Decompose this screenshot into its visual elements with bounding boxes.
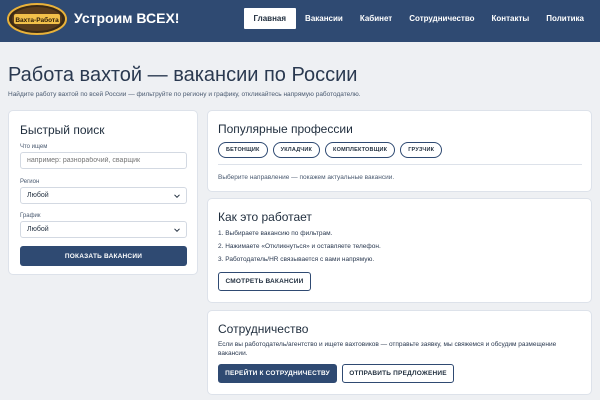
go-to-cooperation-button[interactable]: ПЕРЕЙТИ К СОТРУДНИЧЕСТВУ [218, 364, 337, 383]
region-label: Регион [20, 179, 40, 185]
popular-professions-card: Популярные профессии БЕТОНЩИК УКЛАДЧИК К… [207, 110, 592, 192]
quick-search-title: Быстрый поиск [20, 123, 105, 137]
chip-layer[interactable]: УКЛАДЧИК [272, 142, 321, 158]
cooperation-text: Если вы работодатель/агентство и ищете в… [218, 341, 557, 357]
professions-hint: Выберите направление — покажем актуальны… [218, 174, 395, 181]
nav-item-cabinet[interactable]: Кабинет [352, 9, 400, 28]
logo-text: Вахта-Работа [15, 16, 59, 24]
steps-list: 1. Выбираете вакансию по фильтрам. 2. На… [218, 230, 381, 269]
step-item: 1. Выбираете вакансию по фильтрам. [218, 230, 333, 237]
divider [218, 164, 582, 165]
nav-item-vacancies[interactable]: Вакансии [297, 9, 351, 28]
brand-title[interactable]: Устроим ВСЕХ! [74, 10, 179, 26]
show-vacancies-button[interactable]: ПОКАЗАТЬ ВАКАНСИИ [20, 246, 187, 266]
nav-item-contacts[interactable]: Контакты [484, 9, 538, 28]
step-item: 2. Нажимаете «Откликнуться» и оставляете… [218, 243, 381, 250]
view-vacancies-button[interactable]: СМОТРЕТЬ ВАКАНСИИ [218, 272, 311, 291]
profession-chips: БЕТОНЩИК УКЛАДЧИК КОМПЛЕКТОВЩИК ГРУЗЧИК [218, 142, 447, 158]
popular-professions-title: Популярные профессии [218, 122, 353, 136]
query-label: Что ищем [20, 144, 48, 150]
nav-item-home[interactable]: Главная [243, 8, 297, 29]
chevron-down-icon [174, 228, 180, 233]
page-title: Работа вахтой — вакансии по России [8, 64, 358, 86]
region-value: Любой [27, 192, 49, 199]
schedule-label: График [20, 213, 41, 219]
nav-item-policy[interactable]: Политика [538, 9, 592, 28]
how-it-works-title: Как это работает [218, 210, 312, 224]
region-select[interactable]: Любой [20, 187, 187, 204]
how-it-works-card: Как это работает 1. Выбираете вакансию п… [207, 198, 592, 303]
step-item: 3. Работодатель/HR связывается с вами на… [218, 256, 375, 263]
send-offer-button[interactable]: ОТПРАВИТЬ ПРЕДЛОЖЕНИЕ [342, 364, 454, 383]
query-input[interactable] [20, 152, 187, 169]
chip-concrete-worker[interactable]: БЕТОНЩИК [218, 142, 268, 158]
schedule-value: Любой [27, 226, 49, 233]
cooperation-title: Сотрудничество [218, 322, 309, 336]
cooperation-card: Сотрудничество Если вы работодатель/аген… [207, 310, 592, 395]
site-header: Вахта-Работа Устроим ВСЕХ! Главная Вакан… [0, 0, 600, 42]
quick-search-card: Быстрый поиск Что ищем Регион Любой Граф… [8, 110, 198, 275]
main-nav: Главная Вакансии Кабинет Сотрудничество … [243, 8, 593, 29]
chip-loader[interactable]: ГРУЗЧИК [400, 142, 443, 158]
chevron-down-icon [174, 194, 180, 199]
schedule-select[interactable]: Любой [20, 221, 187, 238]
page-subtitle: Найдите работу вахтой по всей России — ф… [8, 91, 361, 98]
nav-item-cooperation[interactable]: Сотрудничество [401, 9, 482, 28]
chip-picker[interactable]: КОМПЛЕКТОВЩИК [325, 142, 396, 158]
logo[interactable]: Вахта-Работа [6, 2, 68, 36]
